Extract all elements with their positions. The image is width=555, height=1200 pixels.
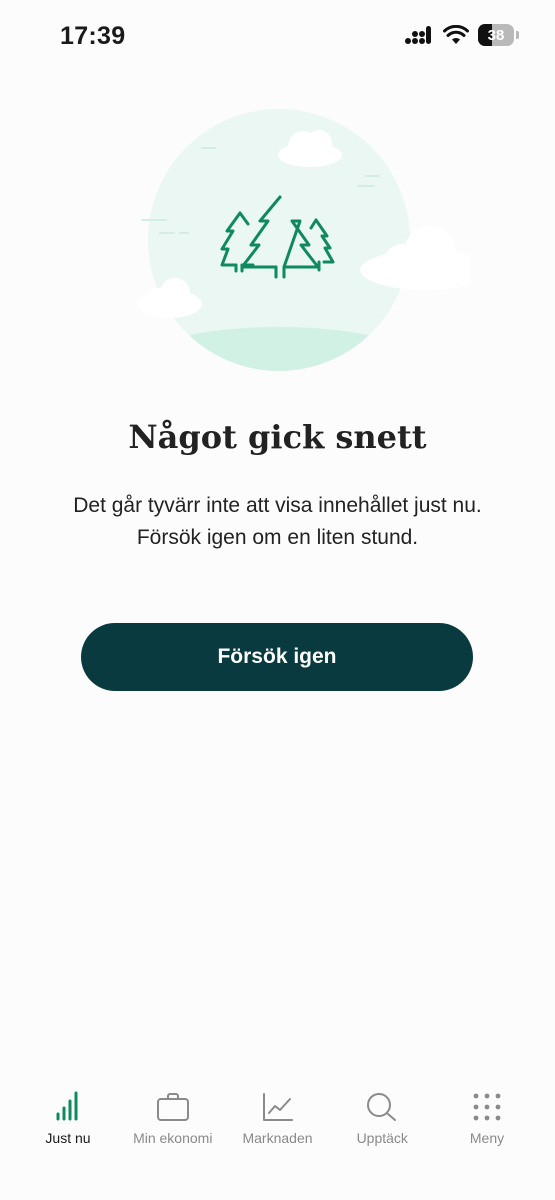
- chart-line-icon: [262, 1093, 293, 1121]
- battery-level: 38: [487, 26, 505, 44]
- tab-label: Just nu: [45, 1130, 91, 1146]
- status-time: 17:39: [60, 22, 126, 50]
- battery-icon: 38: [478, 24, 514, 46]
- tab-label: Marknaden: [242, 1130, 313, 1146]
- tab-meny[interactable]: Meny: [437, 1078, 537, 1200]
- bottom-tab-bar: Just nu Min ekonomi Marknaden Upptäck Me…: [0, 1078, 555, 1200]
- cellular-signal-icon: [405, 26, 431, 44]
- tab-upptack[interactable]: Upptäck: [332, 1078, 432, 1200]
- tab-min-ekonomi[interactable]: Min ekonomi: [123, 1078, 223, 1200]
- tab-label: Min ekonomi: [133, 1130, 213, 1146]
- error-title: Något gick snett: [128, 418, 427, 456]
- search-icon: [367, 1093, 397, 1121]
- tab-marknaden[interactable]: Marknaden: [228, 1078, 328, 1200]
- briefcase-icon: [156, 1093, 189, 1121]
- grid-dots-icon: [473, 1093, 501, 1121]
- forest-illustration: [138, 109, 470, 371]
- status-bar: 17:39 38: [0, 0, 555, 72]
- status-icons: 38: [404, 24, 519, 46]
- wifi-icon: [443, 25, 469, 44]
- tab-label: Upptäck: [356, 1130, 408, 1146]
- tab-just-nu[interactable]: Just nu: [18, 1078, 118, 1200]
- retry-button[interactable]: Försök igen: [81, 623, 473, 691]
- signal-bars-icon: [56, 1091, 78, 1121]
- tab-label: Meny: [469, 1130, 505, 1146]
- error-message: Det går tyvärr inte att visa innehållet …: [73, 494, 482, 549]
